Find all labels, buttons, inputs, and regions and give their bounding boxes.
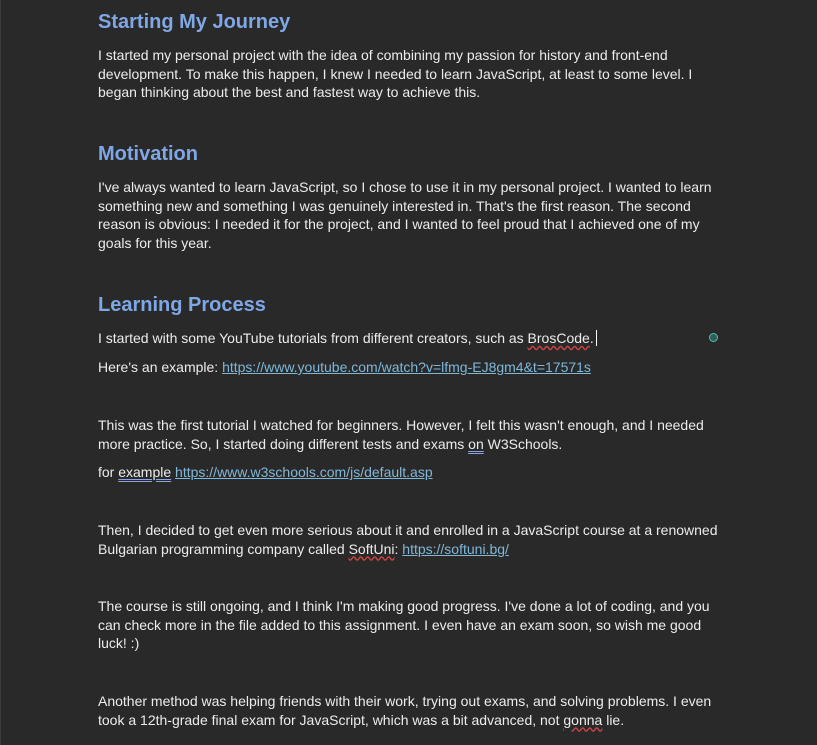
text-run: lie.: [602, 711, 625, 728]
grammar-word-example: example: [118, 464, 172, 480]
text-run: .: [589, 330, 594, 346]
page-left-border: [0, 0, 1, 745]
text-run: This was the first tutorial I watched fo…: [98, 417, 704, 452]
text-run: Here's an example:: [98, 359, 223, 375]
spellcheck-word-gonna: gonna: [563, 711, 603, 728]
heading-learning-process: Learning Process: [98, 294, 266, 316]
comment-anchor-icon[interactable]: [709, 333, 718, 342]
w3schools-link[interactable]: https://www.w3schools.com/js/default.asp: [175, 464, 433, 480]
paragraph-w3schools-example: for example https://www.w3schools.com/js…: [98, 463, 728, 482]
text-run: I started with some YouTube tutorials fr…: [98, 330, 528, 346]
paragraph-motivation: I've always wanted to learn JavaScript, …: [98, 179, 712, 252]
text-cursor: [595, 330, 597, 346]
spellcheck-word-softuni: SoftUni: [348, 540, 395, 557]
heading-starting-my-journey: Starting My Journey: [98, 11, 291, 33]
paragraph-journey: I started my personal project with the i…: [98, 47, 693, 101]
text-run: for: [98, 464, 119, 480]
text-run: W3Schools.: [483, 435, 563, 452]
softuni-link[interactable]: https://softuni.bg/: [402, 541, 509, 557]
paragraph-softuni-course: Then, I decided to get even more serious…: [98, 521, 728, 558]
youtube-link[interactable]: https://www.youtube.com/watch?v=lfmg-EJ8…: [222, 359, 591, 375]
paragraph-course-progress: The course is still ongoing, and I think…: [98, 598, 710, 652]
paragraph-youtube-example: Here's an example: https://www.youtube.c…: [98, 358, 728, 377]
grammar-word-on: on: [468, 435, 484, 452]
paragraph-first-tutorial: This was the first tutorial I watched fo…: [98, 416, 728, 453]
heading-motivation: Motivation: [98, 143, 198, 165]
paragraph-helping-friends: Another method was helping friends with …: [98, 692, 728, 729]
paragraph-youtube-tutorials: I started with some YouTube tutorials fr…: [98, 329, 728, 348]
spellcheck-word-broscode: BrosCode: [527, 330, 590, 346]
